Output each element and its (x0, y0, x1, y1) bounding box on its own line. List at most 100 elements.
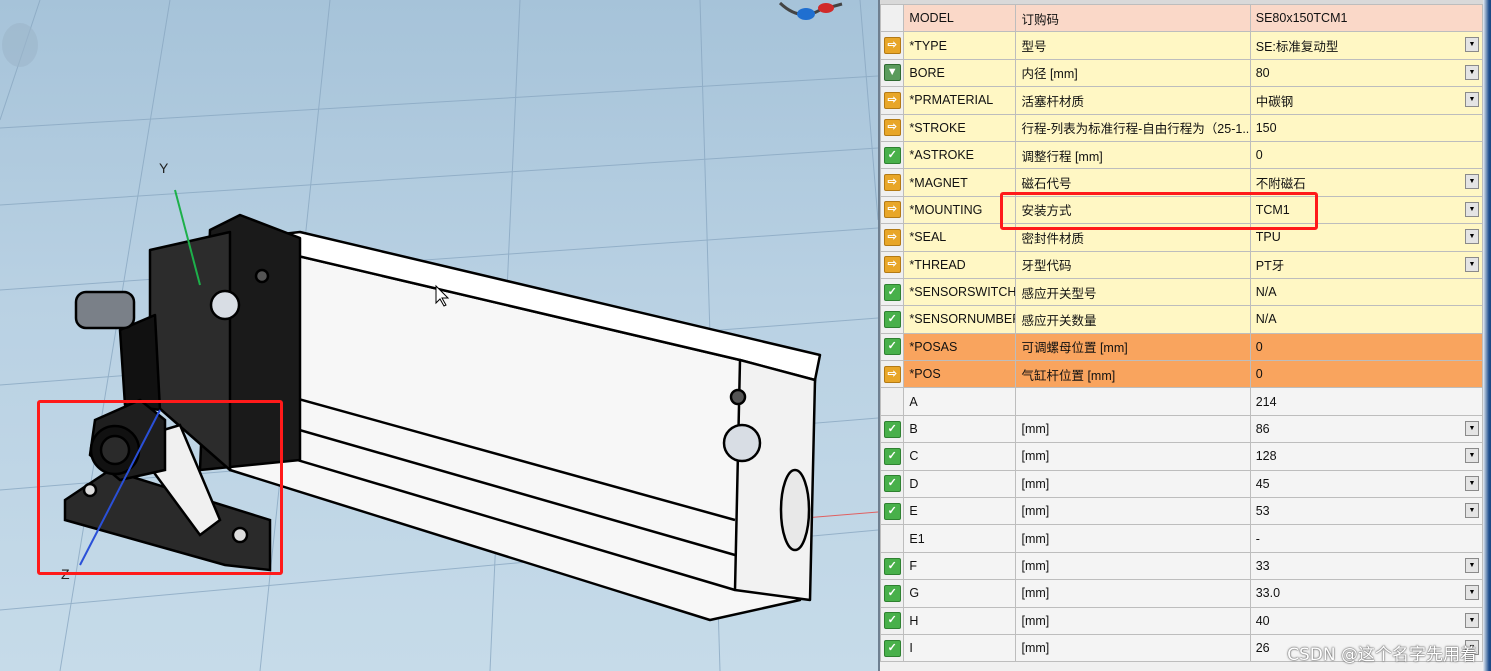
dropdown-arrow-icon[interactable]: ▼ (1465, 92, 1479, 108)
table-row[interactable]: ✓ D [mm] 45 ▼ (880, 469, 1484, 499)
table-row[interactable]: ⇨ *PRMATERIAL 活塞杆材质 中碳钢 ▼ (880, 86, 1484, 115)
param-value[interactable]: 33 ▼ (1249, 551, 1484, 581)
table-row[interactable]: ✓ *ASTROKE 调整行程 [mm] 0 (880, 140, 1484, 170)
table-row[interactable]: A 214 (880, 387, 1484, 416)
param-value[interactable]: 214 (1249, 387, 1484, 416)
row-icon-cell[interactable]: ✓ (880, 633, 905, 663)
row-icon-cell[interactable]: ✓ (880, 305, 905, 334)
table-row[interactable]: ⇨ *POS 气缸杆位置 [mm] 0 (880, 360, 1484, 389)
param-value[interactable]: 中碳钢 ▼ (1249, 86, 1484, 115)
row-icon-cell[interactable]: ✓ (880, 140, 905, 170)
row-icon-cell[interactable]: ⇨ (880, 360, 905, 389)
check-icon[interactable]: ✓ (883, 447, 901, 465)
param-value[interactable]: 40 ▼ (1249, 606, 1484, 635)
filter-icon[interactable]: ▼ (883, 64, 901, 82)
dropdown-arrow-icon[interactable]: ▼ (1465, 503, 1479, 519)
check-icon[interactable]: ✓ (883, 310, 901, 328)
param-value-text: 33 (1255, 559, 1270, 573)
row-icon-cell[interactable]: ✓ (880, 551, 905, 581)
table-row[interactable]: MODEL 订购码 SE80x150TCM1 (880, 3, 1484, 33)
dropdown-arrow-icon[interactable]: ▼ (1465, 64, 1479, 80)
check-icon[interactable]: ✓ (883, 612, 901, 630)
row-icon-cell[interactable]: ✓ (880, 579, 905, 608)
table-row[interactable]: ✓ H [mm] 40 ▼ (880, 606, 1484, 635)
table-row[interactable]: ✓ *POSAS 可调螺母位置 [mm] 0 (880, 332, 1484, 362)
row-icon-cell[interactable]: ✓ (880, 497, 905, 526)
dropdown-arrow-icon[interactable]: ▼ (1465, 174, 1479, 190)
check-icon[interactable]: ✓ (883, 283, 901, 301)
table-row[interactable]: ✓ *SENSORNUMBER 感应开关数量 N/A (880, 305, 1484, 334)
table-row[interactable]: ✓ F [mm] 33 ▼ (880, 551, 1484, 581)
param-value[interactable]: 80 ▼ (1249, 58, 1484, 88)
check-icon[interactable]: ✓ (883, 557, 901, 575)
arrow-icon[interactable]: ⇨ (883, 91, 901, 109)
row-icon-cell[interactable]: ✓ (880, 606, 905, 635)
check-icon[interactable]: ✓ (883, 584, 901, 602)
arrow-icon[interactable]: ⇨ (883, 37, 901, 55)
table-row[interactable]: ▼ BORE 内径 [mm] 80 ▼ (880, 58, 1484, 88)
param-value[interactable]: 0 (1249, 140, 1484, 170)
param-value[interactable]: 53 ▼ (1249, 497, 1484, 526)
row-icon-cell[interactable]: ✓ (880, 442, 905, 471)
table-row[interactable]: ✓ E [mm] 53 ▼ (880, 497, 1484, 526)
row-icon-cell[interactable]: ⇨ (880, 195, 905, 225)
dropdown-arrow-icon[interactable]: ▼ (1465, 557, 1479, 573)
check-icon[interactable]: ✓ (883, 475, 901, 493)
row-icon-cell[interactable]: ⇨ (880, 113, 905, 142)
arrow-icon[interactable]: ⇨ (883, 174, 901, 192)
table-row[interactable]: E1 [mm] - (880, 524, 1484, 553)
dropdown-arrow-icon[interactable]: ▼ (1465, 420, 1479, 436)
row-icon-cell[interactable]: ⇨ (880, 31, 905, 60)
row-icon-cell[interactable]: ✓ (880, 277, 905, 307)
row-icon-cell[interactable]: ▼ (880, 58, 905, 88)
param-value[interactable]: 45 ▼ (1249, 469, 1484, 499)
param-value[interactable]: N/A (1249, 277, 1484, 307)
arrow-icon[interactable]: ⇨ (883, 365, 901, 383)
arrow-icon[interactable]: ⇨ (883, 256, 901, 274)
dropdown-arrow-icon[interactable]: ▼ (1465, 256, 1479, 272)
dropdown-arrow-icon[interactable]: ▼ (1465, 229, 1479, 245)
arrow-icon[interactable]: ⇨ (883, 119, 901, 137)
row-icon-cell[interactable]: ⇨ (880, 223, 905, 252)
row-icon-cell[interactable]: ⇨ (880, 86, 905, 115)
param-value[interactable]: PT牙 ▼ (1249, 250, 1484, 279)
3d-viewport[interactable]: Y Z (0, 0, 878, 671)
param-value[interactable]: SE:标准复动型 ▼ (1249, 31, 1484, 60)
table-row[interactable]: ✓ G [mm] 33.0 ▼ (880, 579, 1484, 608)
row-icon-cell[interactable]: ⇨ (880, 168, 905, 197)
arrow-icon[interactable]: ⇨ (883, 201, 901, 219)
row-icon-cell[interactable]: ✓ (880, 414, 905, 444)
param-value[interactable]: N/A (1249, 305, 1484, 334)
table-row[interactable]: ✓ C [mm] 128 ▼ (880, 442, 1484, 471)
param-value[interactable]: 33.0 ▼ (1249, 579, 1484, 608)
param-value[interactable]: 0 (1249, 360, 1484, 389)
param-value[interactable]: 86 ▼ (1249, 414, 1484, 444)
param-value[interactable]: 128 ▼ (1249, 442, 1484, 471)
param-value-text: N/A (1255, 312, 1277, 327)
dropdown-arrow-icon[interactable]: ▼ (1465, 448, 1479, 464)
check-icon[interactable]: ✓ (883, 146, 901, 164)
table-row[interactable]: ✓ B [mm] 86 ▼ (880, 414, 1484, 444)
table-row[interactable]: ⇨ *THREAD 牙型代码 PT牙 ▼ (880, 250, 1484, 279)
row-icon-cell[interactable]: ⇨ (880, 250, 905, 279)
dropdown-arrow-icon[interactable]: ▼ (1465, 475, 1479, 491)
dropdown-arrow-icon[interactable]: ▼ (1465, 201, 1479, 217)
check-icon[interactable]: ✓ (883, 420, 901, 438)
param-value[interactable]: 150 (1249, 113, 1484, 142)
check-icon[interactable]: ✓ (883, 502, 901, 520)
table-row[interactable]: ⇨ *STROKE 行程-列表为标准行程-自由行程为（25-1... 150 (880, 113, 1484, 142)
param-value[interactable]: SE80x150TCM1 (1249, 3, 1484, 33)
table-row[interactable]: ⇨ *TYPE 型号 SE:标准复动型 ▼ (880, 31, 1484, 60)
dropdown-arrow-icon[interactable]: ▼ (1465, 585, 1479, 601)
arrow-icon[interactable]: ⇨ (883, 228, 901, 246)
panel-scrollbar[interactable] (1483, 0, 1491, 671)
dropdown-arrow-icon[interactable]: ▼ (1465, 612, 1479, 628)
row-icon-cell[interactable]: ✓ (880, 332, 905, 362)
table-row[interactable]: ✓ *SENSORSWITCH 感应开关型号 N/A (880, 277, 1484, 307)
check-icon[interactable]: ✓ (883, 639, 901, 657)
row-icon-cell[interactable]: ✓ (880, 469, 905, 499)
check-icon[interactable]: ✓ (883, 338, 901, 356)
dropdown-arrow-icon[interactable]: ▼ (1465, 37, 1479, 53)
param-value[interactable]: 0 (1249, 332, 1484, 362)
param-value[interactable]: - (1249, 524, 1484, 553)
